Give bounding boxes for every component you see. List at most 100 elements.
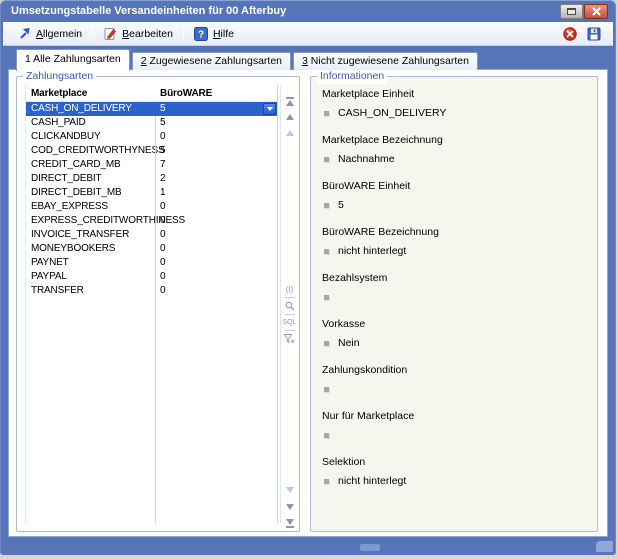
marketplace-cell: DIRECT_DEBIT_MB (26, 186, 155, 200)
filter-button[interactable] (284, 334, 295, 344)
page-down-icon (286, 504, 294, 510)
table-row[interactable]: EBAY_EXPRESS 0 (26, 200, 277, 214)
next-record-button[interactable] (281, 487, 298, 493)
info-field-value: Nein (338, 337, 360, 349)
bullet-icon (324, 249, 329, 254)
payments-table: Marketplace BüroWARE CASH_ON_DELIVERY 5 … (25, 85, 278, 523)
chevron-down-icon (267, 107, 273, 111)
record-indicator-icon[interactable]: (I) (286, 285, 294, 294)
save-button[interactable] (587, 27, 601, 41)
tab-zugewiesene-zahlungsarten[interactable]: 2 Zugewiesene Zahlungsarten (132, 52, 291, 70)
last-record-button[interactable] (281, 519, 298, 528)
hilfe-button[interactable]: ? Hilfe (187, 25, 241, 43)
dialog-window: Umsetzungstabelle Versandeinheiten für 0… (0, 0, 616, 555)
tab-label: 1 Alle Zahlungsarten (25, 53, 121, 65)
toolbar-separator (183, 26, 184, 42)
allgemein-button[interactable]: Allgemein (11, 25, 89, 42)
help-icon: ? (194, 27, 208, 41)
table-row[interactable]: DIRECT_DEBIT 2 (26, 172, 277, 186)
page-down-button[interactable] (281, 504, 298, 510)
bullet-icon (324, 341, 329, 346)
marketplace-cell: INVOICE_TRANSFER (26, 228, 155, 242)
info-field-label: Nur für Marketplace (322, 409, 589, 423)
table-row[interactable]: CASH_ON_DELIVERY 5 (26, 102, 277, 116)
close-button[interactable] (584, 4, 608, 19)
column-header-marketplace[interactable]: Marketplace (26, 85, 155, 101)
info-field-label: Zahlungskondition (322, 363, 589, 377)
search-icon (285, 301, 295, 311)
marketplace-cell: TRANSFER (26, 284, 155, 298)
marketplace-cell: COD_CREDITWORTHYNESS (26, 144, 155, 158)
buroware-cell: 0 (155, 228, 277, 242)
table-row[interactable]: PAYPAL 0 (26, 270, 277, 284)
search-button[interactable] (285, 301, 295, 311)
buroware-cell: 7 (155, 158, 277, 172)
tab-label: 3 Nicht zugewiesene Zahlungsarten (302, 55, 469, 67)
buroware-dropdown-button[interactable] (263, 103, 276, 115)
titlebar[interactable]: Umsetzungstabelle Versandeinheiten für 0… (0, 0, 616, 22)
toolbar: Allgemein Bearbeiten ? Hilfe (3, 22, 613, 46)
table-row[interactable]: CREDIT_CARD_MB 7 (26, 158, 277, 172)
info-field-label: BüroWARE Einheit (322, 179, 589, 193)
table-row[interactable]: EXPRESS_CREDITWORTHINESS 0 (26, 214, 277, 228)
marketplace-cell: PAYNET (26, 256, 155, 270)
bullet-icon (324, 433, 329, 438)
table-row[interactable]: CLICKANDBUY 0 (26, 130, 277, 144)
prev-record-icon (286, 130, 294, 136)
table-row[interactable]: MONEYBOOKERS 0 (26, 242, 277, 256)
info-field-label: Marketplace Bezeichnung (322, 133, 589, 147)
resize-grip[interactable] (596, 541, 613, 552)
buroware-cell: 0 (155, 284, 277, 298)
hilfe-label: Hilfe (213, 28, 234, 40)
buroware-cell: 1 (155, 186, 277, 200)
filter-icon (284, 334, 295, 344)
info-field-value: nicht hinterlegt (338, 475, 406, 487)
info-field-label: Bezahlsystem (322, 271, 589, 285)
buroware-cell: 0 (155, 130, 277, 144)
table-row[interactable]: INVOICE_TRANSFER 0 (26, 228, 277, 242)
table-row[interactable]: COD_CREDITWORTHYNESS 5 (26, 144, 277, 158)
info-field-value: 5 (338, 199, 344, 211)
cancel-button[interactable] (563, 27, 577, 41)
allgemein-label: Allgemein (36, 28, 82, 40)
info-field-label: Selektion (322, 455, 589, 469)
window-title: Umsetzungstabelle Versandeinheiten für 0… (0, 5, 286, 17)
table-row[interactable]: DIRECT_DEBIT_MB 1 (26, 186, 277, 200)
first-record-button[interactable] (281, 97, 298, 106)
info-field: Zahlungskondition (322, 363, 589, 396)
bearbeiten-label: Bearbeiten (122, 28, 173, 40)
info-group-label: Informationen (317, 69, 387, 84)
record-nav-strip: (I) SQL (280, 85, 297, 523)
bullet-icon (324, 203, 329, 208)
info-field: BüroWARE Einheit 5 (322, 179, 589, 212)
bullet-icon (324, 157, 329, 162)
edit-document-icon (103, 27, 117, 41)
prev-record-button[interactable] (281, 130, 298, 136)
page-up-button[interactable] (281, 114, 298, 120)
buroware-cell: 0 (155, 214, 277, 228)
table-row[interactable]: PAYNET 0 (26, 256, 277, 270)
save-icon (587, 27, 601, 41)
info-field-value: CASH_ON_DELIVERY (338, 107, 446, 119)
table-row[interactable]: TRANSFER 0 (26, 284, 277, 298)
info-field: BüroWARE Bezeichnung nicht hinterlegt (322, 225, 589, 258)
page-up-icon (286, 114, 294, 120)
maximize-button[interactable] (560, 4, 583, 19)
toolbar-right-group (563, 27, 603, 41)
arrow-up-right-icon (18, 27, 31, 40)
table-row[interactable]: CASH_PAID 5 (26, 116, 277, 130)
tab-nicht-zugewiesene-zahlungsarten[interactable]: 3 Nicht zugewiesene Zahlungsarten (293, 52, 478, 70)
cancel-icon (563, 27, 577, 41)
column-divider (155, 85, 156, 523)
tab-alle-zahlungsarten[interactable]: 1 Alle Zahlungsarten (16, 49, 130, 71)
maximize-icon (567, 8, 576, 15)
bullet-icon (324, 295, 329, 300)
bullet-icon (324, 387, 329, 392)
next-record-icon (286, 487, 294, 493)
marketplace-cell: CLICKANDBUY (26, 130, 155, 144)
sql-icon[interactable]: SQL (282, 318, 296, 327)
column-header-buroware[interactable]: BüroWARE (155, 85, 277, 101)
marketplace-cell: EXPRESS_CREDITWORTHINESS (26, 214, 155, 228)
bearbeiten-button[interactable]: Bearbeiten (96, 25, 180, 43)
info-field-value: Nachnahme (338, 153, 395, 165)
